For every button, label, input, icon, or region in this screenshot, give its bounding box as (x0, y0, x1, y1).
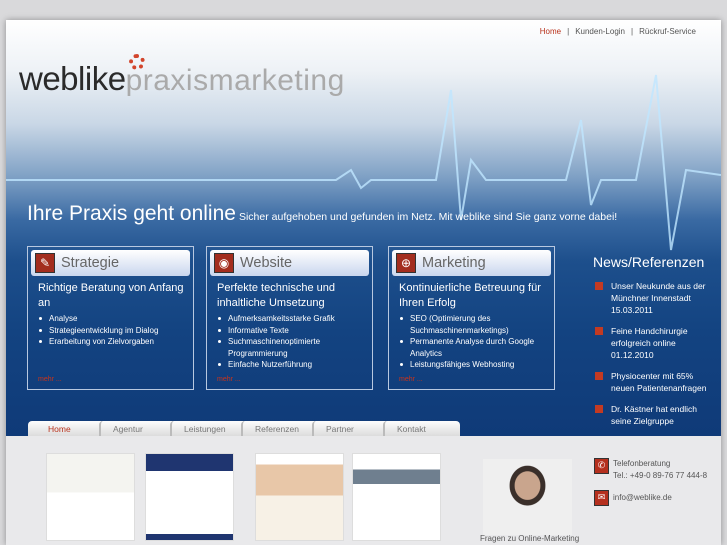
separator: | (567, 27, 570, 36)
logo-suffix: praxismarketing (125, 64, 345, 97)
email-link[interactable]: info@weblike.de (613, 492, 672, 506)
pencil-icon: ✎ (35, 253, 55, 273)
news-section: News/Referenzen Unser Neukunde aus der M… (593, 254, 718, 436)
logo-brand: weblike (19, 60, 126, 97)
consultant-photo (483, 459, 572, 535)
eye-icon: ◉ (214, 253, 234, 273)
box-title: Marketing (422, 255, 486, 271)
list-item: Aufmerksamkeitsstarke Grafik (217, 313, 372, 325)
list-item: Leistungsfähiges Webhosting (399, 359, 554, 371)
news-item[interactable]: Dr. Kästner hat endlich seine Zielgruppe (593, 403, 718, 427)
logo[interactable]: weblikepraxismarketing (19, 60, 345, 98)
list-item: Analyse (38, 313, 193, 325)
tab-home[interactable]: Home (28, 421, 105, 436)
tab-kontakt[interactable]: Kontakt (383, 421, 460, 436)
hero-banner: Home | Kunden-Login | Rückruf-Service weblik… (6, 20, 721, 436)
reference-thumbnail[interactable] (255, 453, 344, 541)
marketing-box: ⊕ Marketing Kontinuierliche Betreuung für… (388, 246, 555, 390)
phone-icon: ✆ (594, 458, 609, 474)
list-item: Permanente Analyse durch Google Analytic… (399, 336, 554, 359)
more-link[interactable]: mehr ... (217, 376, 241, 383)
news-item[interactable]: Feine Handchirurgie erfolgreich online 0… (593, 325, 718, 361)
page: Home | Kunden-Login | Rückruf-Service weblik… (6, 20, 721, 545)
list-item: Suchmaschinenoptimierte Programmierung (217, 336, 372, 359)
arrow-icon (595, 327, 603, 335)
tab-agentur[interactable]: Agentur (99, 421, 176, 436)
list-item: Einfache Nutzerführung (217, 359, 372, 371)
list-item: Strategieentwicklung im Dialog (38, 325, 193, 337)
tab-partner[interactable]: Partner (312, 421, 389, 436)
separator: | (631, 27, 634, 36)
headline-title: Ihre Praxis geht online (27, 202, 236, 225)
topnav-rueckruf-service[interactable]: Rückruf-Service (639, 27, 696, 36)
topnav-home[interactable]: Home (540, 27, 561, 36)
box-subtitle: Perfekte technische und inhaltliche Umse… (217, 282, 336, 309)
more-link[interactable]: mehr ... (38, 376, 62, 383)
more-link[interactable]: mehr ... (399, 376, 423, 383)
phone-label: Telefonberatung (613, 459, 671, 468)
list-item: SEO (Optimierung des Suchmaschinenmarket… (399, 313, 554, 336)
news-text: Physiocenter mit 65% neuen Patientenanfr… (611, 371, 707, 393)
news-text: Unser Neukunde aus der Münchner Innensta… (611, 281, 706, 315)
news-item[interactable]: Physiocenter mit 65% neuen Patientenanfr… (593, 370, 718, 394)
globe-icon: ⊕ (396, 253, 416, 273)
topnav-kunden-login[interactable]: Kunden-Login (575, 27, 625, 36)
website-box: ◉ Website Perfekte technische und inhaltl… (206, 246, 373, 390)
photo-caption: Fragen zu Online-Marketing (480, 534, 580, 543)
box-subtitle: Richtige Beratung von Anfang an (38, 282, 184, 309)
arrow-icon (595, 282, 603, 290)
box-subtitle: Kontinuierliche Betreuung für Ihren Erfo… (399, 282, 541, 309)
mail-icon: ✉ (594, 490, 609, 506)
reference-thumbnail[interactable] (145, 453, 234, 541)
box-title: Strategie (61, 255, 120, 271)
strategie-box: ✎ Strategie Richtige Beratung von Anfang … (27, 246, 194, 390)
main-tabs: Home Agentur Leistungen Referenzen Partn… (28, 421, 460, 436)
arrow-icon (595, 372, 603, 380)
arrow-icon (595, 405, 603, 413)
news-item[interactable]: Unser Neukunde aus der Münchner Innensta… (593, 280, 718, 316)
reference-thumbnail[interactable] (46, 453, 135, 541)
email-contact: ✉ info@weblike.de (594, 490, 672, 506)
phone-contact: ✆ Telefonberatung Tel.: +49-0 89-76 77 444… (594, 458, 707, 482)
news-text: Dr. Kästner hat endlich seine Zielgruppe (611, 404, 697, 426)
tab-referenzen[interactable]: Referenzen (241, 421, 318, 436)
tab-leistungen[interactable]: Leistungen (170, 421, 247, 436)
headline: Ihre Praxis geht online Sicher aufgehoben… (27, 202, 617, 226)
top-nav: Home | Kunden-Login | Rückruf-Service (537, 27, 699, 36)
headline-subtitle: Sicher aufgehoben und gefunden im Netz. … (238, 211, 618, 223)
news-text: Feine Handchirurgie erfolgreich online 0… (611, 326, 688, 360)
list-item: Informative Texte (217, 325, 372, 337)
box-title: Website (240, 255, 293, 271)
phone-number[interactable]: Tel.: +49-0 89-76 77 444-8 (613, 470, 707, 482)
news-title: News/Referenzen (593, 254, 705, 270)
reference-thumbnail[interactable] (352, 453, 441, 541)
list-item: Erarbeitung von Zielvorgaben (38, 336, 193, 348)
